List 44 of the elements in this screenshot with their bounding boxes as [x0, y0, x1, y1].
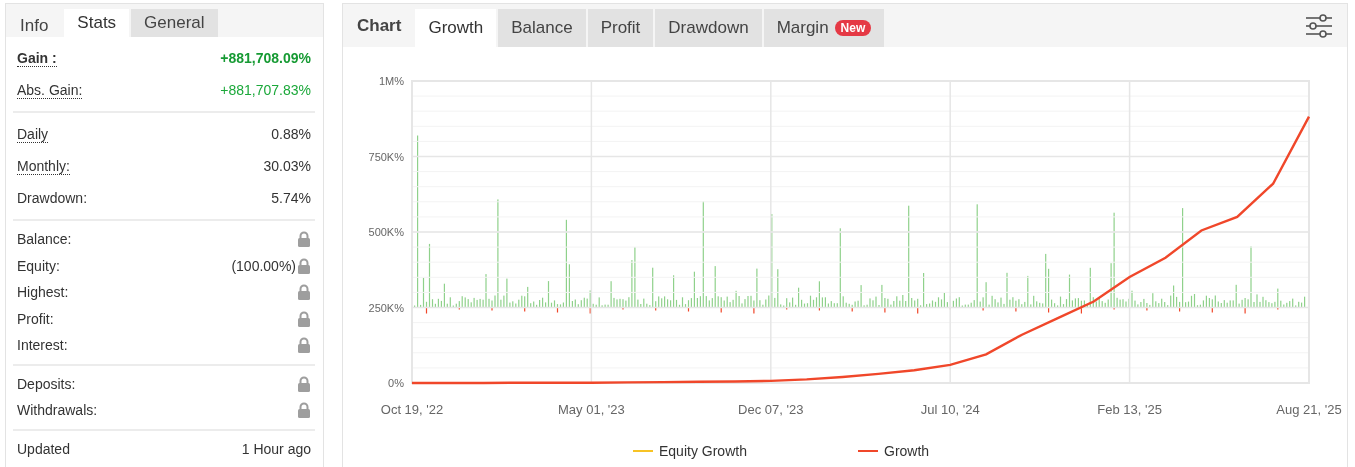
stat-value: +881,708.09%: [220, 50, 311, 66]
panel-title: Chart: [356, 15, 403, 37]
legend-label[interactable]: Growth: [884, 443, 930, 459]
stat-value: 5.74%: [271, 190, 311, 206]
x-axis-label: Oct 19, '22: [380, 402, 444, 417]
stat-label: Daily: [17, 125, 49, 143]
panel-title: Info: [19, 15, 50, 37]
y-axis-label: 500K%: [368, 226, 404, 238]
tab[interactable]: Margin New: [763, 9, 885, 47]
stat-label: Profit:: [17, 310, 54, 327]
stat-label: Abs. Gain:: [17, 81, 83, 99]
x-axis-label: Dec 07, '23: [738, 402, 804, 417]
stat-label: Monthly:: [17, 157, 70, 175]
stat-label: Interest:: [17, 337, 68, 354]
x-axis-label: Jul 10, '24: [920, 402, 980, 417]
y-axis-label: 250K%: [368, 301, 404, 314]
stat-label: Balance:: [17, 231, 72, 248]
settings-icon[interactable]: [1305, 13, 1333, 38]
stat-label: Withdrawals:: [17, 402, 98, 419]
y-axis-label: 0%: [388, 377, 404, 389]
stat-value: 30.03%: [263, 158, 311, 174]
x-axis-label: Feb 13, '25: [1097, 402, 1162, 417]
stat-value: 0.88%: [271, 126, 311, 142]
x-axis-label: Aug 21, '25: [1276, 402, 1342, 417]
tab[interactable]: Balance: [498, 9, 586, 47]
tab[interactable]: Profit: [587, 9, 654, 47]
stat-label: Highest:: [17, 284, 69, 301]
legend-label[interactable]: Equity Growth: [659, 443, 747, 459]
x-axis-label: May 01, '23: [558, 402, 625, 417]
stat-label: Equity:: [17, 257, 60, 274]
tab[interactable]: General: [131, 9, 218, 37]
stat-label: Deposits:: [17, 375, 76, 392]
y-axis-label: 1M%: [378, 75, 404, 87]
tab[interactable]: Stats: [64, 9, 130, 37]
stat-value: (100.00%): [231, 257, 296, 274]
stat-label: Drawdown:: [17, 190, 88, 206]
stat-value: 1 Hour ago: [241, 440, 311, 457]
tab[interactable]: Growth: [415, 9, 497, 47]
y-axis-label: 750K%: [368, 150, 404, 163]
new-badge: New: [834, 20, 872, 36]
stat-value: +881,707.83%: [220, 82, 311, 98]
stat-label: Gain :: [17, 49, 57, 67]
stat-label: Updated: [17, 440, 70, 457]
tab[interactable]: Drawdown: [655, 9, 762, 47]
